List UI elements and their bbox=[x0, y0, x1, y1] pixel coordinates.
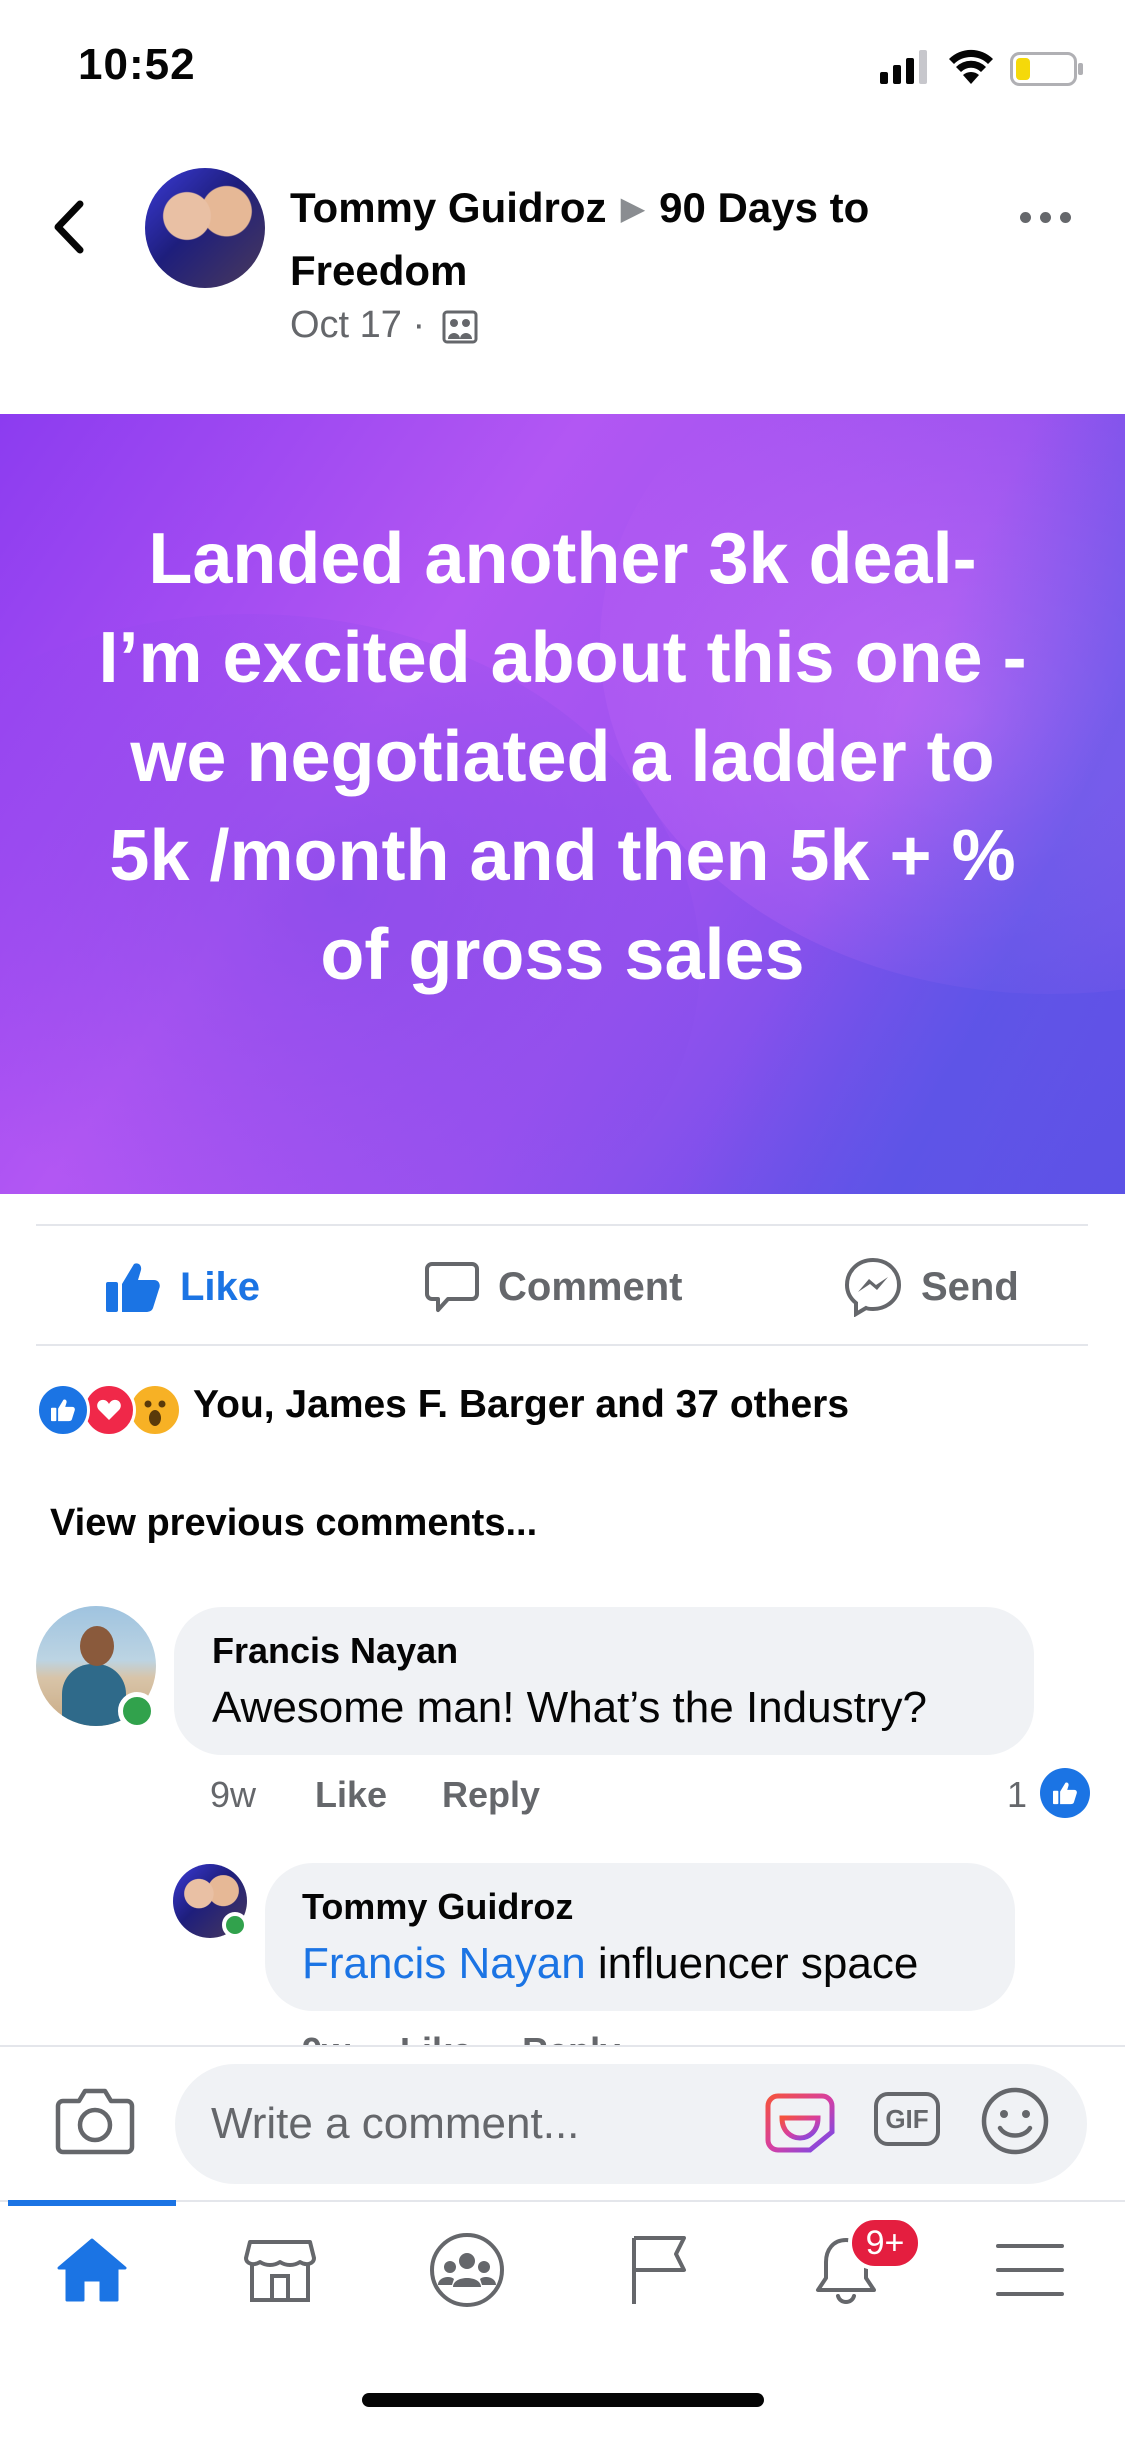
comment-author[interactable]: Tommy Guidroz bbox=[302, 1886, 573, 1928]
reactions-summary[interactable]: You, James F. Barger and 37 others bbox=[193, 1383, 849, 1427]
wow-reaction-icon bbox=[128, 1383, 182, 1437]
post-text-background: Landed another 3k deal- I’m excited abou… bbox=[0, 414, 1125, 1194]
status-time: 10:52 bbox=[78, 40, 196, 89]
comment-label: Comment bbox=[498, 1264, 683, 1309]
author-name[interactable]: Tommy Guidroz bbox=[290, 184, 607, 231]
post-header-title: Tommy Guidroz ▶ 90 Days to Freedom bbox=[290, 178, 990, 301]
comment-body: influencer space bbox=[597, 1939, 919, 1988]
notification-badge: 9+ bbox=[848, 2216, 922, 2270]
menu-icon bbox=[996, 2244, 1064, 2296]
battery-icon bbox=[1010, 52, 1083, 86]
like-label: Like bbox=[180, 1264, 261, 1309]
online-status-indicator bbox=[222, 1912, 248, 1938]
comment-author[interactable]: Francis Nayan bbox=[212, 1630, 458, 1672]
home-indicator bbox=[362, 2393, 764, 2407]
wifi-icon bbox=[949, 49, 993, 84]
more-options-button[interactable] bbox=[1020, 210, 1090, 240]
comment-time: 9w bbox=[210, 1774, 257, 1815]
marketplace-icon bbox=[244, 2240, 316, 2302]
messenger-icon bbox=[844, 1257, 902, 1317]
author-avatar[interactable] bbox=[145, 168, 265, 288]
post-text: Landed another 3k deal- I’m excited abou… bbox=[98, 519, 1027, 995]
comment-input[interactable] bbox=[175, 2064, 1087, 2184]
online-status-indicator bbox=[118, 1692, 156, 1730]
divider bbox=[36, 1224, 1088, 1226]
comment-text: Francis Nayan influencer space bbox=[302, 1939, 918, 1989]
emoji-icon[interactable] bbox=[980, 2086, 1050, 2156]
meta-separator: · bbox=[412, 304, 426, 346]
like-button[interactable]: Like bbox=[104, 1254, 260, 1320]
thumbs-up-icon bbox=[106, 1263, 160, 1312]
comment-like-button[interactable]: Like bbox=[315, 1774, 387, 1816]
divider bbox=[36, 1344, 1088, 1346]
signal-icon bbox=[880, 50, 927, 84]
active-tab-indicator bbox=[8, 2200, 176, 2206]
tab-groups[interactable] bbox=[417, 2230, 517, 2310]
avatar-sticker-icon[interactable] bbox=[764, 2088, 836, 2154]
comment-reply-button[interactable]: Reply bbox=[442, 1774, 540, 1816]
gif-button[interactable]: GIF bbox=[874, 2092, 940, 2146]
groups-icon bbox=[430, 2233, 504, 2307]
love-reaction-icon bbox=[82, 1383, 136, 1437]
tab-home[interactable] bbox=[42, 2230, 142, 2310]
camera-icon[interactable] bbox=[55, 2085, 135, 2155]
tab-menu[interactable] bbox=[980, 2230, 1080, 2310]
tab-marketplace[interactable] bbox=[230, 2230, 330, 2310]
back-button[interactable] bbox=[40, 192, 100, 262]
home-icon bbox=[57, 2238, 127, 2302]
group-arrow-icon: ▶ bbox=[620, 190, 646, 226]
send-label: Send bbox=[921, 1264, 1019, 1309]
reaction-icons[interactable] bbox=[36, 1382, 182, 1438]
thumbs-up-icon bbox=[1040, 1768, 1090, 1818]
mention-link[interactable]: Francis Nayan bbox=[302, 1939, 586, 1988]
view-previous-comments-link[interactable]: View previous comments... bbox=[50, 1502, 537, 1545]
post-meta: Oct 17 · bbox=[290, 304, 478, 347]
comment-like-count[interactable]: 1 bbox=[1007, 1774, 1027, 1816]
flag-icon bbox=[632, 2236, 686, 2304]
group-audience-icon bbox=[442, 310, 478, 344]
tab-pages[interactable] bbox=[608, 2230, 708, 2310]
comment-icon bbox=[425, 1262, 479, 1312]
like-reaction-icon bbox=[36, 1383, 90, 1437]
comment-button[interactable]: Comment bbox=[424, 1254, 682, 1320]
comment-text: Awesome man! What’s the Industry? bbox=[212, 1683, 927, 1732]
post-date[interactable]: Oct 17 bbox=[290, 304, 402, 346]
send-button[interactable]: Send bbox=[843, 1254, 1019, 1320]
